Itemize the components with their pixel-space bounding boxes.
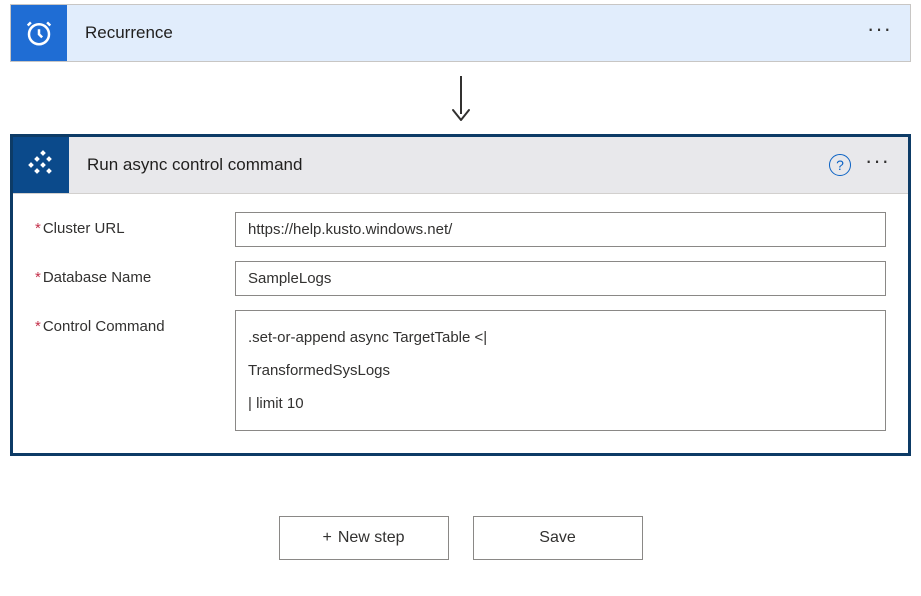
save-button[interactable]: Save	[473, 516, 643, 560]
kusto-icon	[13, 137, 69, 193]
save-label: Save	[539, 529, 575, 546]
new-step-label: New step	[338, 529, 405, 546]
run-async-header[interactable]: Run async control command ? ···	[13, 137, 908, 194]
clock-icon	[11, 5, 67, 61]
cluster-url-label-text: Cluster URL	[43, 220, 125, 237]
run-async-actions: ? ···	[829, 150, 908, 180]
database-name-label: *Database Name	[35, 261, 235, 286]
database-name-input[interactable]	[235, 261, 886, 296]
cluster-url-row: *Cluster URL	[35, 212, 886, 247]
footer-actions: + New step Save	[10, 516, 911, 560]
control-command-input[interactable]: .set-or-append async TargetTable <| Tran…	[235, 310, 886, 431]
database-name-row: *Database Name	[35, 261, 886, 296]
recurrence-actions: ···	[867, 18, 910, 48]
control-command-label-text: Control Command	[43, 318, 165, 335]
run-async-title: Run async control command	[69, 155, 829, 175]
new-step-button[interactable]: + New step	[279, 516, 449, 560]
recurrence-title: Recurrence	[67, 23, 867, 43]
database-name-label-text: Database Name	[43, 269, 151, 286]
control-command-row: *Control Command .set-or-append async Ta…	[35, 310, 886, 431]
more-icon[interactable]: ···	[867, 18, 892, 48]
control-command-label: *Control Command	[35, 310, 235, 335]
connector-arrow-icon	[10, 62, 911, 134]
run-async-body: *Cluster URL *Database Name *Control Com…	[13, 194, 908, 453]
recurrence-step-card[interactable]: Recurrence ···	[10, 4, 911, 62]
cluster-url-input[interactable]	[235, 212, 886, 247]
plus-icon: +	[322, 529, 331, 546]
help-icon[interactable]: ?	[829, 154, 851, 176]
recurrence-header: Recurrence ···	[11, 5, 910, 61]
run-async-step-card: Run async control command ? ··· *Cluster…	[10, 134, 911, 456]
cluster-url-label: *Cluster URL	[35, 212, 235, 237]
more-icon[interactable]: ···	[865, 150, 890, 180]
